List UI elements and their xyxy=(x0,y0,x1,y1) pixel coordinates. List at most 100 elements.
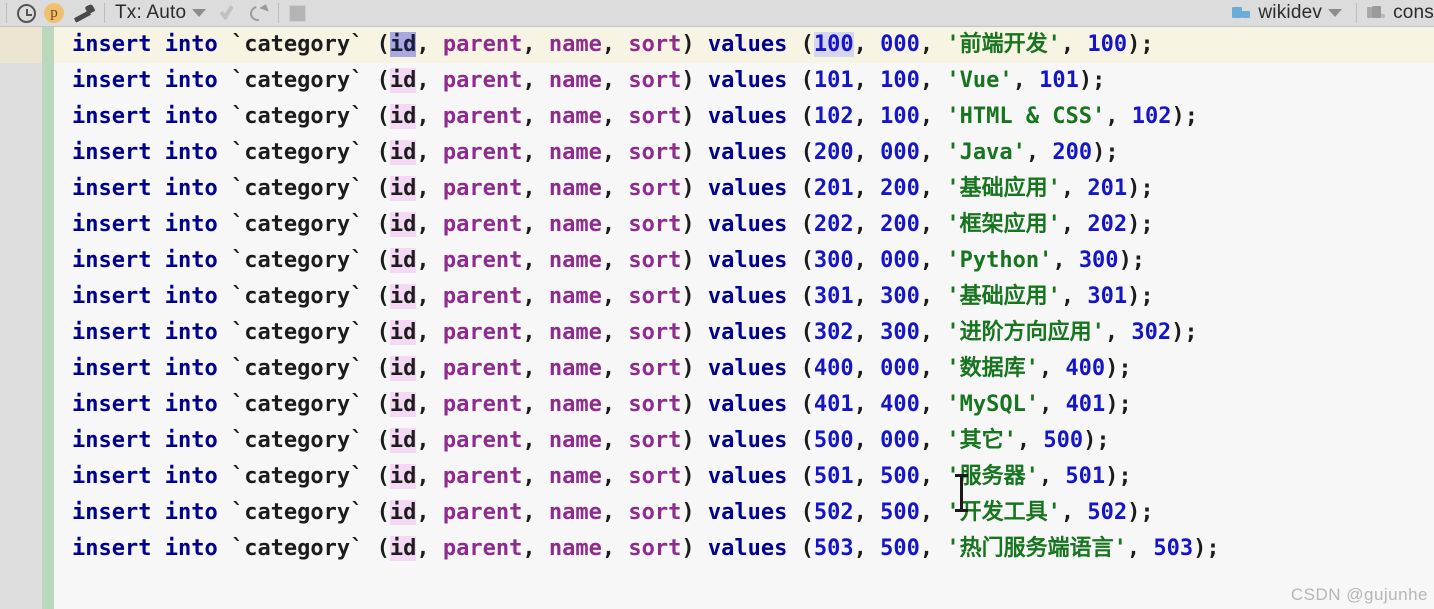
value-sort: 201 xyxy=(1087,176,1128,201)
value-sort: 502 xyxy=(1087,500,1128,525)
value-name: 'Java' xyxy=(946,140,1026,165)
column-sort: sort xyxy=(628,536,682,561)
sql-statement-line[interactable]: insert into `category` (id, parent, name… xyxy=(54,207,1434,243)
sql-keyword-insert: insert into xyxy=(72,284,218,309)
column-name: name xyxy=(548,248,602,273)
sql-keyword-insert: insert into xyxy=(72,428,218,453)
column-parent: parent xyxy=(442,32,523,57)
sql-keyword-values: values xyxy=(707,212,788,237)
sql-statement-line[interactable]: insert into `category` (id, parent, name… xyxy=(54,387,1434,423)
column-sort: sort xyxy=(628,104,682,129)
sql-keyword-insert: insert into xyxy=(72,212,218,237)
sql-keyword-insert: insert into xyxy=(72,68,218,93)
column-sort: sort xyxy=(628,176,682,201)
history-button[interactable] xyxy=(13,0,40,26)
column-parent: parent xyxy=(442,320,523,345)
sql-keyword-values: values xyxy=(707,356,788,381)
column-id: id xyxy=(389,500,417,525)
sql-statement-line[interactable]: insert into `category` (id, parent, name… xyxy=(54,99,1434,135)
column-id: id xyxy=(389,428,417,453)
column-sort: sort xyxy=(628,248,682,273)
column-id: id xyxy=(389,140,417,165)
sql-statement-line[interactable]: insert into `category` (id, parent, name… xyxy=(54,495,1434,531)
gutter-caret-line-highlight xyxy=(0,27,42,63)
sql-statement-line[interactable]: insert into `category` (id, parent, name… xyxy=(54,279,1434,315)
value-name: 'Python' xyxy=(946,248,1053,273)
sql-statement-line[interactable]: insert into `category` (id, parent, name… xyxy=(54,351,1434,387)
value-id: 200 xyxy=(813,140,854,165)
column-name: name xyxy=(548,32,602,57)
column-sort: sort xyxy=(628,392,682,417)
sql-keyword-values: values xyxy=(707,500,788,525)
sql-keyword-insert: insert into xyxy=(72,464,218,489)
value-sort: 503 xyxy=(1153,536,1194,561)
value-sort: 102 xyxy=(1131,104,1172,129)
column-id: id xyxy=(389,32,417,57)
sql-keyword-values: values xyxy=(707,140,788,165)
column-sort: sort xyxy=(628,140,682,165)
value-parent: 100 xyxy=(880,104,920,129)
column-parent: parent xyxy=(442,500,523,525)
database-schema-icon xyxy=(1232,5,1251,21)
value-parent: 500 xyxy=(880,536,920,561)
sql-keyword-values: values xyxy=(707,428,788,453)
value-id: 503 xyxy=(813,536,854,561)
chevron-down-icon xyxy=(192,9,207,17)
sql-keyword-insert: insert into xyxy=(72,320,218,345)
tools-button[interactable] xyxy=(68,0,98,26)
value-parent: 000 xyxy=(880,32,920,57)
value-id: 501 xyxy=(813,464,854,489)
column-id: id xyxy=(389,392,417,417)
column-id: id xyxy=(389,176,417,201)
value-parent: 500 xyxy=(880,500,920,525)
column-name: name xyxy=(548,176,602,201)
column-parent: parent xyxy=(442,212,523,237)
column-name: name xyxy=(548,68,602,93)
sql-keyword-values: values xyxy=(707,392,788,417)
column-id: id xyxy=(389,320,417,345)
sql-keyword-values: values xyxy=(707,248,788,273)
console-icon xyxy=(1367,5,1386,21)
sql-statement-line[interactable]: insert into `category` (id, parent, name… xyxy=(54,27,1434,63)
sql-statement-line[interactable]: insert into `category` (id, parent, name… xyxy=(54,459,1434,495)
column-name: name xyxy=(548,536,602,561)
column-name: name xyxy=(548,320,602,345)
rollback-button[interactable] xyxy=(244,0,272,26)
transaction-mode-button[interactable]: Tx: Auto xyxy=(111,0,216,26)
commit-button[interactable] xyxy=(216,0,244,26)
sql-editor[interactable]: insert into `category` (id, parent, name… xyxy=(0,27,1434,609)
console-selector[interactable]: cons xyxy=(1363,0,1434,26)
transaction-mode-label: Tx: Auto xyxy=(115,2,187,23)
sql-code-block[interactable]: insert into `category` (id, parent, name… xyxy=(54,27,1434,567)
wrench-icon xyxy=(72,5,94,21)
profile-badge-button[interactable]: p xyxy=(40,0,68,26)
column-name: name xyxy=(548,104,602,129)
toolbar-divider-4 xyxy=(1356,3,1358,23)
value-parent: 200 xyxy=(880,176,920,201)
column-sort: sort xyxy=(628,212,682,237)
stop-button[interactable] xyxy=(285,0,310,26)
column-name: name xyxy=(548,140,602,165)
schema-selector[interactable]: wikidev xyxy=(1228,0,1350,26)
value-id: 401 xyxy=(813,392,854,417)
value-parent: 000 xyxy=(880,428,920,453)
column-id: id xyxy=(389,212,417,237)
sql-statement-line[interactable]: insert into `category` (id, parent, name… xyxy=(54,315,1434,351)
editor-gutter[interactable] xyxy=(0,27,42,609)
value-id: 201 xyxy=(813,176,854,201)
toolbar-divider-2 xyxy=(104,3,105,23)
sql-keyword-insert: insert into xyxy=(72,176,218,201)
column-sort: sort xyxy=(628,428,682,453)
sql-statement-line[interactable]: insert into `category` (id, parent, name… xyxy=(54,243,1434,279)
sql-statement-line[interactable]: insert into `category` (id, parent, name… xyxy=(54,531,1434,567)
stop-icon xyxy=(289,4,307,22)
toolbar-divider xyxy=(6,3,7,23)
editor-text-area[interactable]: insert into `category` (id, parent, name… xyxy=(54,27,1434,609)
sql-statement-line[interactable]: insert into `category` (id, parent, name… xyxy=(54,135,1434,171)
sql-statement-line[interactable]: insert into `category` (id, parent, name… xyxy=(54,171,1434,207)
sql-keyword-insert: insert into xyxy=(72,104,218,129)
sql-statement-line[interactable]: insert into `category` (id, parent, name… xyxy=(54,423,1434,459)
vcs-change-marker[interactable] xyxy=(42,27,54,609)
sql-statement-line[interactable]: insert into `category` (id, parent, name… xyxy=(54,63,1434,99)
value-id: 500 xyxy=(813,428,854,453)
